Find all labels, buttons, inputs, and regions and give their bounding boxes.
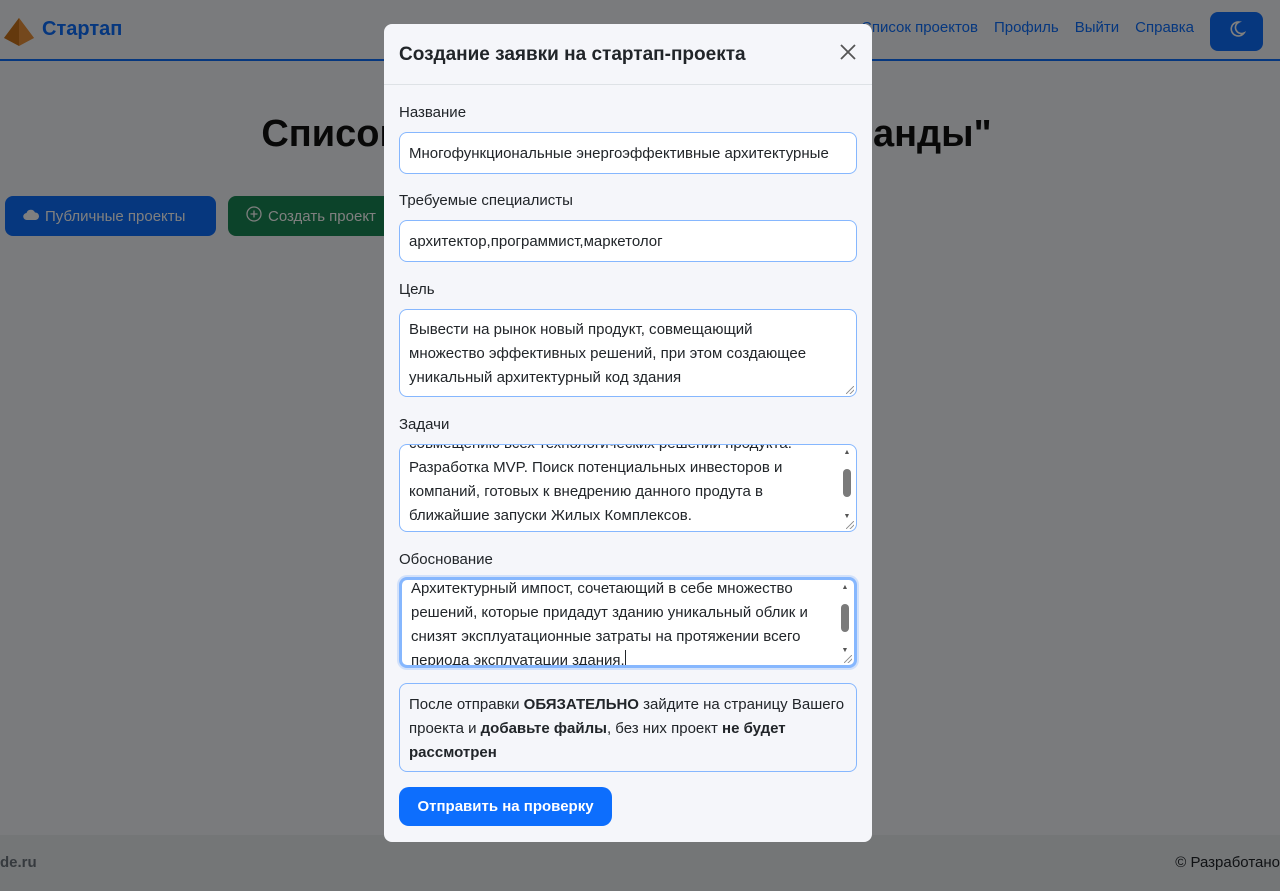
resize-handle[interactable] bbox=[846, 386, 854, 394]
goal-line: Вывести на рынок новый продукт, совмещаю… bbox=[409, 321, 753, 338]
notice-text: После отправки bbox=[409, 696, 524, 713]
close-button[interactable] bbox=[832, 38, 864, 70]
justification-textarea[interactable]: Архитектурный импост, сочетающий в себе … bbox=[399, 577, 857, 668]
scroll-thumb[interactable] bbox=[843, 469, 851, 497]
tasks-line: ближайшие запуски Жилых Комплексов. bbox=[409, 507, 692, 524]
notice-emphasis: ОБЯЗАТЕЛЬНО bbox=[523, 696, 639, 713]
justification-line: периода эксплуатации здания. bbox=[411, 652, 625, 668]
goal-label: Цель bbox=[399, 281, 435, 298]
upload-notice: После отправки ОБЯЗАТЕЛЬНО зайдите на ст… bbox=[399, 683, 857, 772]
justification-line: решений, которые придадут зданию уникаль… bbox=[411, 604, 808, 621]
modal-header: Создание заявки на стартап-проекта bbox=[384, 24, 872, 85]
goal-line: множество эффективных решений, при этом … bbox=[409, 345, 807, 362]
specialists-input[interactable]: архитектор,программист,маркетолог bbox=[399, 220, 857, 262]
justification-line: снизят эксплуатационные затраты на протя… bbox=[411, 628, 801, 645]
resize-handle[interactable] bbox=[844, 655, 852, 663]
tasks-label: Задачи bbox=[399, 416, 450, 433]
create-application-modal: Создание заявки на стартап-проекта Назва… bbox=[384, 24, 872, 842]
scroll-down-icon[interactable]: ▼ bbox=[840, 647, 850, 655]
submit-for-review-button[interactable]: Отправить на проверку bbox=[399, 787, 612, 826]
text-caret bbox=[624, 650, 626, 665]
notice-text: , без них проект bbox=[606, 720, 723, 737]
modal-title: Создание заявки на стартап-проекта bbox=[399, 44, 746, 65]
resize-handle[interactable] bbox=[846, 521, 854, 529]
tasks-line: Разработка MVP. Поиск потенциальных инве… bbox=[409, 459, 783, 476]
notice-emphasis: добавьте файлы bbox=[480, 720, 607, 737]
tasks-line: компаний, готовых к внедрению данного пр… bbox=[409, 483, 763, 500]
scroll-up-icon[interactable]: ▲ bbox=[840, 584, 850, 592]
name-input[interactable]: Многофункциональные энергоэффективные ар… bbox=[399, 132, 857, 174]
name-label: Название bbox=[399, 104, 467, 121]
scroll-down-icon[interactable]: ▼ bbox=[842, 513, 852, 521]
justification-line: Архитектурный импост, сочетающий в себе … bbox=[411, 580, 793, 597]
scroll-thumb[interactable] bbox=[841, 604, 849, 632]
justification-label: Обоснование bbox=[399, 551, 493, 568]
tasks-line: совмещению всех технологических решений … bbox=[409, 445, 829, 456]
close-icon bbox=[839, 43, 857, 66]
goal-line: уникальный архитектурный код здания bbox=[409, 369, 682, 386]
specialists-label: Требуемые специалисты bbox=[399, 192, 573, 209]
justification-scrollbar[interactable]: ▲ ▼ bbox=[840, 584, 850, 655]
tasks-textarea[interactable]: совмещению всех технологических решений … bbox=[399, 444, 857, 532]
scroll-up-icon[interactable]: ▲ bbox=[842, 449, 852, 457]
tasks-scrollbar[interactable]: ▲ ▼ bbox=[842, 449, 852, 521]
goal-textarea[interactable]: Вывести на рынок новый продукт, совмещаю… bbox=[399, 309, 857, 397]
